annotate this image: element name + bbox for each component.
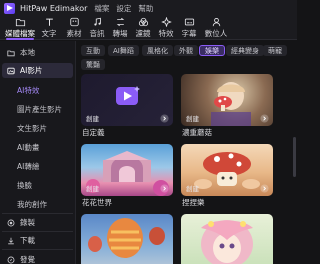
tag-appearance[interactable]: 外觀: [174, 45, 198, 56]
sidebar-item-label: 下載: [20, 236, 35, 245]
card-create-label: 創建: [186, 115, 199, 123]
sidebar-sub-text-to-video[interactable]: 文生影片: [17, 123, 47, 134]
tool-effects[interactable]: 特效: [155, 17, 177, 39]
arrow-right-icon: [160, 184, 169, 193]
digital-human-icon: [212, 18, 220, 27]
tool-stickers-label: 素材: [66, 29, 82, 38]
tool-effects-label: 特效: [158, 29, 174, 38]
tag-entertainment[interactable]: 娛樂: [199, 45, 225, 56]
sidebar-divider: [2, 249, 73, 250]
sticker-icon: [69, 17, 79, 27]
download-icon: [8, 237, 14, 244]
music-icon: [93, 17, 101, 26]
sidebar-sub-face-swap[interactable]: 換臉: [17, 180, 32, 191]
card-create-label: 創建: [86, 185, 99, 193]
tool-filters-label: 濾鏡: [135, 29, 151, 38]
tool-digital-human[interactable]: 數位人: [202, 17, 230, 39]
tag-cute-pets[interactable]: 萌寵: [263, 45, 287, 56]
sidebar-sub-ai-effects[interactable]: AI特效: [17, 85, 39, 96]
sidebar-item-label: 錄製: [20, 218, 35, 227]
tool-filters[interactable]: 濾鏡: [132, 17, 154, 39]
arrow-right-icon: [160, 114, 169, 123]
arrow-right-icon: [260, 114, 269, 123]
effect-card-custom[interactable]: 創建: [81, 74, 173, 126]
sidebar-sub-image-to-video[interactable]: 圖片產生影片: [17, 104, 62, 115]
menu-file[interactable]: 檔案: [94, 3, 109, 14]
subtitle-icon: [184, 18, 194, 26]
card-title: 自定義: [82, 128, 105, 137]
main-toolbar: 媒體檔案 文字 素材 音訊 轉場 濾鏡 特效 字幕 數位人: [0, 16, 297, 40]
app-logo-icon: [4, 2, 15, 14]
card-title: 花花世界: [82, 198, 112, 207]
scrollbar[interactable]: [293, 137, 296, 177]
tag-stylize[interactable]: 風格化: [142, 45, 173, 56]
sidebar-divider: [2, 231, 73, 232]
card-title: 捏捏樂: [182, 198, 205, 207]
effects-icon: [160, 17, 172, 27]
card-create-label: 創建: [86, 115, 99, 123]
tool-media[interactable]: 媒體檔案: [4, 17, 36, 40]
text-icon: [45, 18, 53, 26]
sidebar-item-recording[interactable]: 錄製: [2, 215, 73, 230]
sidebar-sub-ai-animation[interactable]: AI動畫: [17, 142, 39, 153]
folder-icon: [7, 50, 15, 56]
tag-classic-transform[interactable]: 經典變身: [226, 45, 264, 56]
tool-media-label: 媒體檔案: [5, 29, 35, 38]
sidebar-item-ai-images[interactable]: AI影片: [2, 63, 73, 78]
card-title: 濃重蘑菇: [182, 128, 212, 137]
ai-image-icon: [7, 67, 15, 74]
tag-interactive[interactable]: 互動: [81, 45, 105, 56]
record-icon: [7, 219, 15, 226]
tool-audio[interactable]: 音訊: [86, 17, 108, 39]
effect-card-anime[interactable]: [181, 214, 273, 264]
sidebar-sub-my-creations[interactable]: 我的創作: [17, 199, 47, 210]
sidebar-item-local[interactable]: 本地: [2, 45, 73, 60]
sidebar-item-discover[interactable]: 發覺: [2, 252, 73, 264]
filter-icon: [138, 17, 148, 27]
app-title: HitPaw Edimakor: [20, 3, 88, 13]
card-thumbnail-image: [88, 218, 165, 258]
tool-transitions-label: 轉場: [112, 29, 128, 38]
folder-icon: [15, 19, 25, 27]
tool-transitions[interactable]: 轉場: [109, 17, 131, 39]
tool-text-label: 文字: [41, 29, 57, 38]
sidebar-item-label: 本地: [20, 48, 35, 57]
tool-subtitles[interactable]: 字幕: [178, 17, 200, 39]
tag-ai-dance[interactable]: AI舞蹈: [108, 45, 139, 56]
menu-settings[interactable]: 設定: [116, 3, 131, 14]
tool-audio-label: 音訊: [89, 29, 105, 38]
effect-card-balloons[interactable]: [81, 214, 173, 264]
sidebar-item-download[interactable]: 下載: [2, 233, 73, 248]
sidebar-item-label: 發覺: [20, 255, 35, 264]
card-thumbnail-image: [201, 220, 253, 264]
sidebar: 本地 AI影片 AI特效 圖片產生影片 文生影片 AI動畫 AI轉繪 換臉 我的…: [0, 41, 76, 264]
main-panel: 互動 AI舞蹈 風格化 外觀 娛樂 經典變身 萌寵 驚豔 創建 自定義 創建 濃…: [77, 41, 297, 264]
tag-stunning[interactable]: 驚豔: [81, 59, 105, 70]
sidebar-item-label: AI影片: [20, 66, 43, 75]
video-play-icon: [116, 86, 140, 105]
menu-help[interactable]: 幫助: [138, 3, 153, 14]
sidebar-sub-ai-repaint[interactable]: AI轉繪: [17, 161, 39, 172]
title-bar: HitPaw Edimakor 檔案 設定 幫助: [0, 0, 297, 16]
tool-subtitles-label: 字幕: [181, 29, 197, 38]
tool-text[interactable]: 文字: [38, 17, 60, 39]
tool-digital-human-label: 數位人: [204, 29, 228, 38]
effect-card-squish[interactable]: 創建: [181, 144, 273, 196]
tool-stickers[interactable]: 素材: [63, 17, 85, 39]
card-create-label: 創建: [186, 185, 199, 193]
sidebar-divider: [2, 213, 73, 214]
arrow-right-icon: [260, 184, 269, 193]
effect-card-flower-world[interactable]: 創建: [81, 144, 173, 196]
transition-icon: [116, 17, 124, 27]
discover-icon: [7, 256, 15, 263]
effect-card-mushroom[interactable]: 創建: [181, 74, 273, 126]
